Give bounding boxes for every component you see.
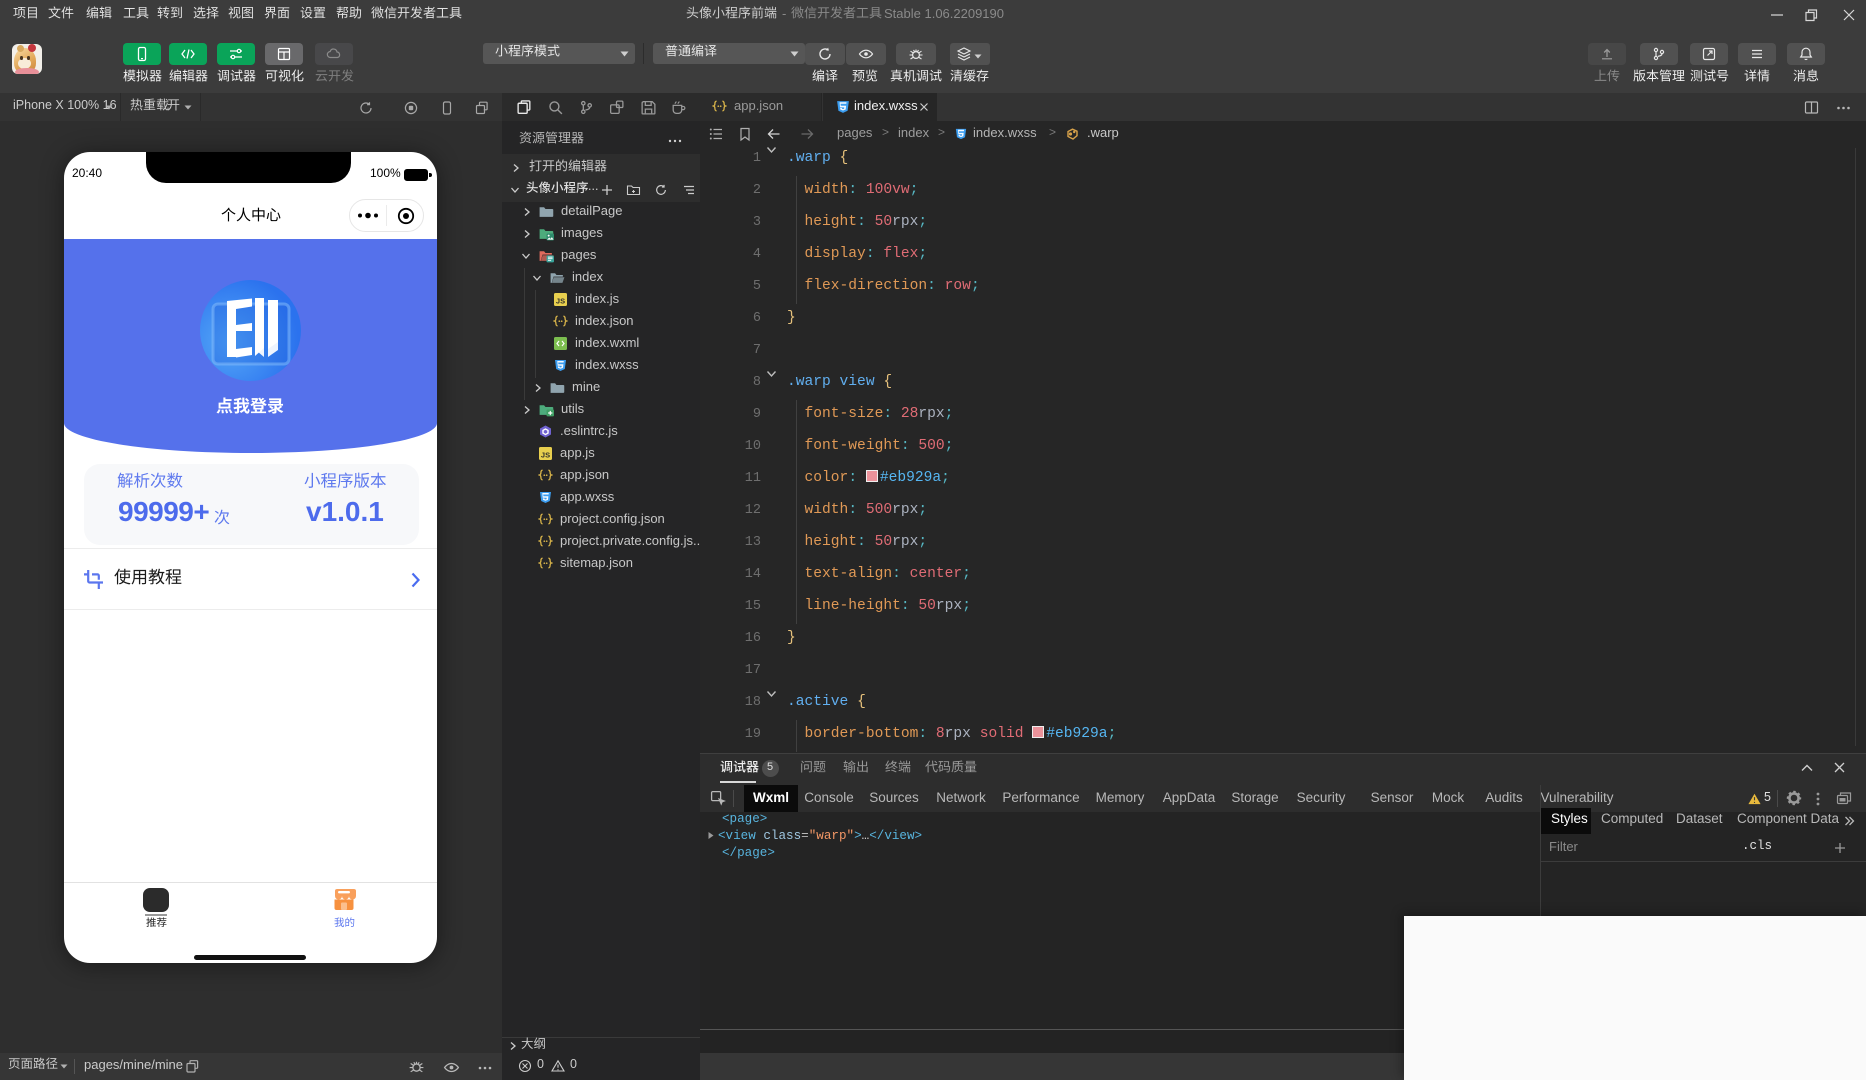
- svg-text:JS: JS: [556, 296, 565, 305]
- svg-text:JS: JS: [541, 450, 550, 459]
